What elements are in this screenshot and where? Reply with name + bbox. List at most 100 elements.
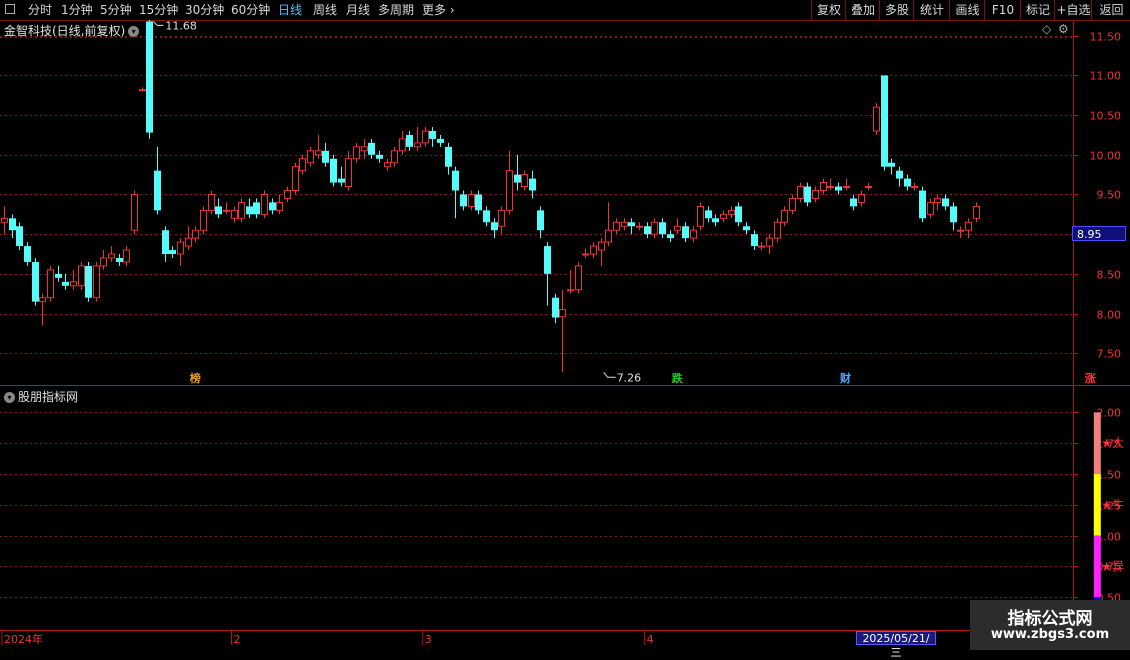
candle-body	[858, 193, 865, 203]
candle-body	[468, 193, 475, 207]
candle-body	[636, 225, 643, 228]
time-axis-label: 2024年	[4, 632, 43, 646]
candle-body	[322, 150, 329, 163]
candle-body	[422, 130, 429, 144]
candle-body	[529, 178, 536, 191]
candle-body	[177, 241, 184, 255]
candle-body	[582, 253, 589, 256]
candle-body	[690, 229, 697, 239]
candle-body	[621, 221, 628, 227]
brand-watermark: 指标公式网 www.zbgs3.com	[970, 600, 1130, 650]
candle-body	[185, 237, 192, 247]
candle-body	[391, 150, 398, 164]
candle-body	[162, 230, 169, 255]
candle-body	[514, 174, 521, 183]
candle-body	[215, 206, 222, 215]
candle-body	[667, 234, 674, 239]
candle-body	[827, 186, 834, 189]
price-tick-label: 7.50	[1097, 348, 1122, 361]
candle-body	[544, 246, 551, 274]
candle-body	[965, 221, 972, 231]
candle-body	[743, 226, 750, 231]
candle-body	[804, 186, 811, 203]
candle-body	[315, 150, 322, 156]
time-axis-label: 2	[234, 633, 241, 646]
candle-body	[414, 142, 421, 148]
candle-body	[47, 269, 54, 299]
price-tick-label: 8.50	[1097, 269, 1122, 282]
indicator-bar	[1093, 473, 1101, 536]
candle-body	[154, 170, 161, 211]
candle-body	[950, 206, 957, 223]
candlestick-chart[interactable]: 7.508.008.509.009.5010.0010.5011.0011.50…	[0, 0, 1130, 650]
candle-body	[208, 193, 215, 211]
price-tick-label: 8.00	[1097, 309, 1122, 322]
low-price-label: 7.26	[617, 371, 642, 384]
candle-body	[55, 273, 62, 278]
candle-body	[613, 221, 620, 231]
indicator-label: ★牛	[1101, 497, 1124, 512]
candle-body	[628, 222, 635, 227]
candle-body	[835, 186, 842, 191]
candle-body	[169, 250, 176, 255]
crosshair-date: 2025/05/21/三	[856, 631, 936, 659]
candle-body	[361, 146, 368, 152]
candle-body	[353, 146, 360, 160]
candle-body	[537, 210, 544, 231]
candle-body	[384, 162, 391, 168]
candle-body	[139, 89, 146, 92]
candle-body	[299, 158, 306, 172]
candle-body	[559, 309, 566, 318]
candle-body	[758, 245, 765, 248]
candle-body	[62, 281, 69, 286]
candle-body	[521, 174, 528, 188]
candle-body	[934, 197, 941, 203]
event-marker: 涨	[1085, 371, 1096, 385]
indicator-label: ★异	[1101, 559, 1124, 573]
price-tick-label: 10.50	[1090, 110, 1122, 123]
candle-body	[9, 218, 16, 231]
candle-body	[100, 257, 107, 267]
candle-body	[284, 190, 291, 199]
candle-body	[598, 241, 605, 251]
candle-body	[70, 281, 77, 287]
candle-body	[644, 226, 651, 235]
candle-body	[200, 209, 207, 231]
candle-body	[552, 297, 559, 318]
candle-body	[973, 205, 980, 219]
candle-body	[575, 265, 582, 291]
time-axis-label: 4	[647, 633, 654, 646]
candle-body	[246, 206, 253, 215]
candle-body	[78, 265, 85, 287]
candle-body	[269, 202, 276, 211]
candle-body	[843, 186, 850, 189]
candle-body	[123, 249, 130, 263]
candle-body	[146, 21, 153, 133]
high-pointer	[152, 21, 164, 26]
current-price-tag: 8.95	[1072, 226, 1126, 241]
candle-body	[32, 261, 39, 302]
high-price-label: 11.68	[165, 19, 197, 32]
candle-body	[605, 229, 612, 243]
candle-body	[904, 178, 911, 187]
time-axis-label: 3	[425, 633, 432, 646]
candle-body	[452, 170, 459, 191]
candle-body	[820, 182, 827, 192]
candle-body	[330, 158, 337, 183]
indicator-bar	[1093, 535, 1101, 598]
candle-body	[896, 170, 903, 179]
candle-body	[674, 225, 681, 231]
event-marker: 财	[839, 371, 851, 385]
candle-body	[292, 166, 299, 192]
candle-body	[429, 130, 436, 139]
candle-body	[491, 222, 498, 231]
candle-body	[766, 237, 773, 247]
candle-body	[437, 138, 444, 143]
candle-body	[1, 217, 8, 223]
candle-body	[39, 297, 46, 303]
candle-body	[942, 198, 949, 207]
price-tick-label: 10.00	[1090, 150, 1122, 163]
candle-body	[850, 198, 857, 207]
candle-body	[307, 150, 314, 164]
candle-body	[24, 246, 31, 262]
